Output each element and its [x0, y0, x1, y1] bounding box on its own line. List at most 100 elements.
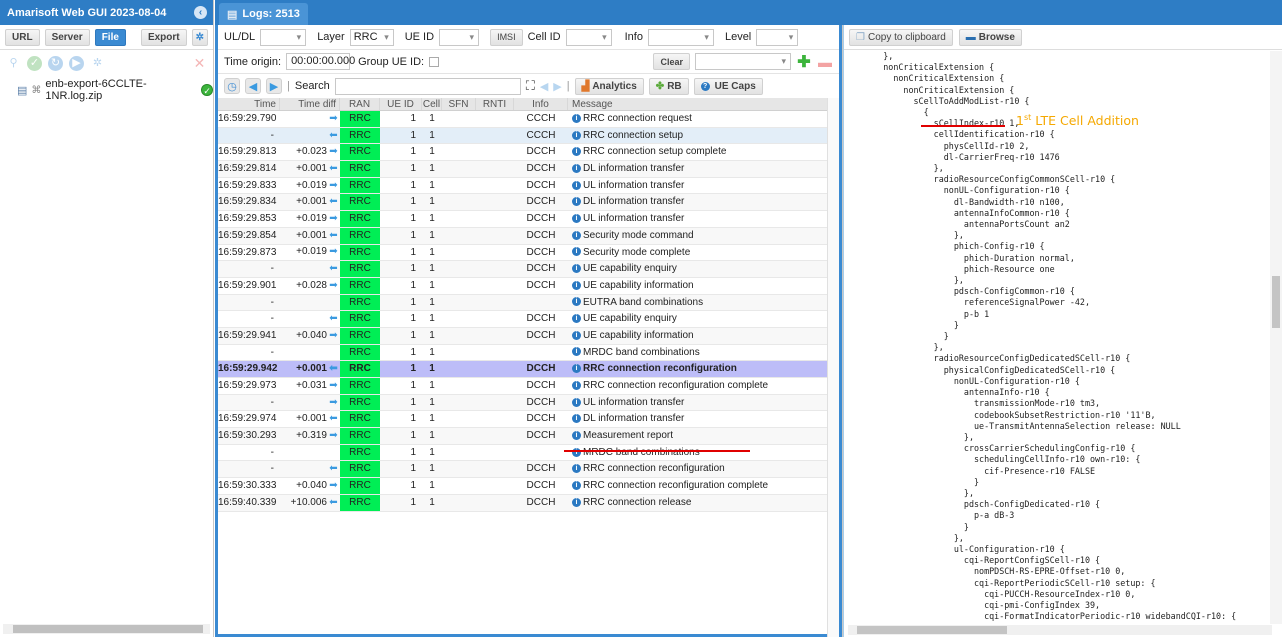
table-row[interactable]: 16:59:29.854 +0.001 ⬅ RRC 1 1 DCCH i Security mo…	[218, 227, 839, 245]
check-icon[interactable]: ✓	[27, 55, 42, 71]
table-row[interactable]: 16:59:30.333 +0.040 ➡ RRC 1 1 DCCH i RRC connect…	[218, 478, 839, 495]
table-vertical-scrollbar[interactable]	[827, 98, 839, 637]
info-icon[interactable]: i	[572, 264, 581, 274]
info-icon[interactable]: i	[572, 314, 581, 324]
prev-arrow-icon[interactable]: ◀	[245, 78, 261, 94]
table-row[interactable]: 16:59:29.853 +0.019 ➡ RRC 1 1 DCCH i UL informat…	[218, 211, 839, 228]
table-row[interactable]: 16:59:29.901 +0.028 ➡ RRC 1 1 DCCH i UE capabili…	[218, 277, 839, 295]
info-icon[interactable]: i	[572, 247, 581, 257]
table-row[interactable]: 16:59:29.873 +0.019 ➡ RRC 1 1 DCCH i Security mo…	[218, 244, 839, 262]
settings-icon[interactable]: ✲	[191, 28, 208, 46]
info-icon[interactable]: i	[572, 180, 581, 190]
info-icon[interactable]: i	[572, 480, 581, 490]
info-icon[interactable]: i	[572, 147, 581, 157]
table-row[interactable]: 16:59:29.790 ➡ RRC 1 1 CCCH i RRC connection re…	[218, 111, 839, 128]
analytics-button[interactable]: ▟ Analytics	[574, 77, 644, 95]
info-icon[interactable]: i	[572, 364, 581, 374]
table-row[interactable]: 16:59:30.293 +0.319 ➡ RRC 1 1 DCCH i Measurement…	[218, 428, 839, 445]
column-header-message[interactable]: Message	[568, 98, 839, 110]
remove-icon[interactable]: ▬	[817, 54, 833, 70]
imsi-button[interactable]: IMSI	[490, 28, 523, 46]
scroll-thumb[interactable]	[1272, 276, 1280, 328]
column-header-rnti[interactable]: RNTI	[476, 98, 514, 110]
info-icon[interactable]: i	[572, 414, 581, 424]
time-origin-input[interactable]: 00:00:00.000	[286, 53, 355, 70]
layer-select[interactable]: RRC	[349, 28, 394, 46]
column-header-info[interactable]: Info	[514, 98, 568, 110]
ue-caps-button[interactable]: ? UE Caps	[693, 77, 763, 95]
table-row[interactable]: 16:59:29.834 +0.001 ⬅ RRC 1 1 DCCH i DL informat…	[218, 194, 839, 212]
table-row[interactable]: 16:59:29.814 +0.001 ⬅ RRC 1 1 DCCH i DL informat…	[218, 161, 839, 178]
info-icon[interactable]: i	[572, 197, 581, 207]
info-icon[interactable]: i	[572, 347, 581, 357]
table-row[interactable]: 16:59:29.973 +0.031 ➡ RRC 1 1 DCCH i RRC connect…	[218, 378, 839, 395]
info-icon[interactable]: i	[572, 430, 581, 440]
table-row[interactable]: - RRC 1 1 i MRDC band combinations	[218, 344, 839, 362]
export-button[interactable]: Export	[140, 28, 187, 46]
url-button[interactable]: URL	[5, 28, 40, 46]
file-list-item[interactable]: ▤ ⌘ enb-export-6CCLTE-1NR.log.zip ✓	[0, 74, 213, 102]
table-row[interactable]: - ⬅ RRC 1 1 DCCH i RRC connection reconfigurati…	[218, 461, 839, 479]
info-icon[interactable]: i	[572, 230, 581, 240]
clock-icon[interactable]: ◷	[224, 78, 240, 94]
detail-horizontal-scrollbar[interactable]	[848, 625, 1272, 635]
info-icon[interactable]: i	[572, 397, 581, 407]
table-row[interactable]: 16:59:29.942 +0.001 ⬅ RRC 1 1 DCCH i RRC connect…	[218, 361, 839, 378]
uldl-select[interactable]	[260, 28, 307, 46]
column-header-time[interactable]: Time	[218, 98, 280, 110]
info-icon[interactable]: i	[572, 213, 581, 223]
info-icon[interactable]: i	[572, 380, 581, 390]
server-button[interactable]: Server	[44, 28, 90, 46]
info-icon[interactable]: i	[572, 297, 581, 307]
cellid-select[interactable]	[565, 28, 612, 46]
table-row[interactable]: 16:59:29.974 +0.001 ⬅ RRC 1 1 DCCH i DL informat…	[218, 411, 839, 429]
binoculars-icon[interactable]: ⛶	[526, 78, 535, 94]
table-row[interactable]: - ⬅ RRC 1 1 DCCH i UE capability enquiry	[218, 261, 839, 278]
delete-icon[interactable]: ✕	[192, 55, 207, 71]
level-select[interactable]	[756, 28, 799, 46]
info-icon[interactable]: i	[572, 497, 581, 507]
info-icon[interactable]: i	[572, 163, 581, 173]
group-ueid-checkbox[interactable]	[429, 56, 440, 67]
table-row[interactable]: - RRC 1 1 i EUTRA band combinations	[218, 294, 839, 312]
play-icon[interactable]: ▶	[69, 55, 84, 71]
search-next-icon[interactable]: ▶	[553, 80, 561, 93]
collapse-panel-icon[interactable]: ‹	[194, 6, 207, 19]
copy-to-clipboard-button[interactable]: ❐ Copy to clipboard	[849, 28, 953, 46]
left-horizontal-scrollbar[interactable]	[3, 624, 210, 634]
refresh-icon[interactable]: ↻	[48, 55, 63, 71]
info-select[interactable]	[647, 28, 714, 46]
column-header-ue-id[interactable]: UE ID	[380, 98, 422, 110]
ueid-select[interactable]	[439, 28, 480, 46]
table-row[interactable]: 16:59:29.941 +0.040 ➡ RRC 1 1 DCCH i UE capabili…	[218, 327, 839, 345]
tab-logs[interactable]: ▤ Logs: 2513	[219, 3, 308, 25]
info-icon[interactable]: i	[572, 130, 581, 140]
table-row[interactable]: - ⬅ RRC 1 1 DCCH i UE capability enquiry	[218, 311, 839, 328]
table-row[interactable]: 16:59:40.339 +10.006 ⬅ RRC 1 1 DCCH i RRC connec…	[218, 494, 839, 512]
search-icon[interactable]: ⚲	[6, 56, 21, 71]
column-header-time-diff[interactable]: Time diff	[280, 98, 340, 110]
clear-button[interactable]: Clear	[653, 53, 690, 70]
detail-vertical-scrollbar[interactable]	[1270, 51, 1282, 624]
filter-preset-select[interactable]	[695, 53, 791, 70]
add-icon[interactable]: ✚	[796, 54, 812, 71]
info-icon[interactable]: i	[572, 330, 581, 340]
table-row[interactable]: 16:59:29.833 +0.019 ➡ RRC 1 1 DCCH i UL informat…	[218, 177, 839, 195]
column-header-sfn[interactable]: SFN	[442, 98, 476, 110]
scroll-thumb[interactable]	[857, 626, 1007, 634]
info-icon[interactable]: i	[572, 464, 581, 474]
column-header-cell[interactable]: Cell	[422, 98, 442, 110]
table-row[interactable]: 16:59:29.813 +0.023 ➡ RRC 1 1 DCCH i RRC connect…	[218, 144, 839, 162]
search-input[interactable]	[334, 77, 521, 95]
next-arrow-icon[interactable]: ▶	[266, 78, 282, 94]
info-icon[interactable]: i	[572, 447, 581, 457]
table-row[interactable]: - RRC 1 1 i MRDC band combinations	[218, 444, 839, 462]
rb-button[interactable]: ✤ RB	[648, 77, 689, 95]
browse-button[interactable]: ▬ Browse	[958, 28, 1022, 46]
table-row[interactable]: - ⬅ RRC 1 1 CCCH i RRC connection setup	[218, 127, 839, 145]
column-header-ran[interactable]: RAN	[340, 98, 380, 110]
scroll-thumb[interactable]	[13, 625, 203, 633]
file-button[interactable]: File	[94, 28, 126, 46]
table-row[interactable]: - ➡ RRC 1 1 DCCH i UL information transfer	[218, 394, 839, 412]
tool-icon[interactable]: ✲	[90, 56, 105, 71]
